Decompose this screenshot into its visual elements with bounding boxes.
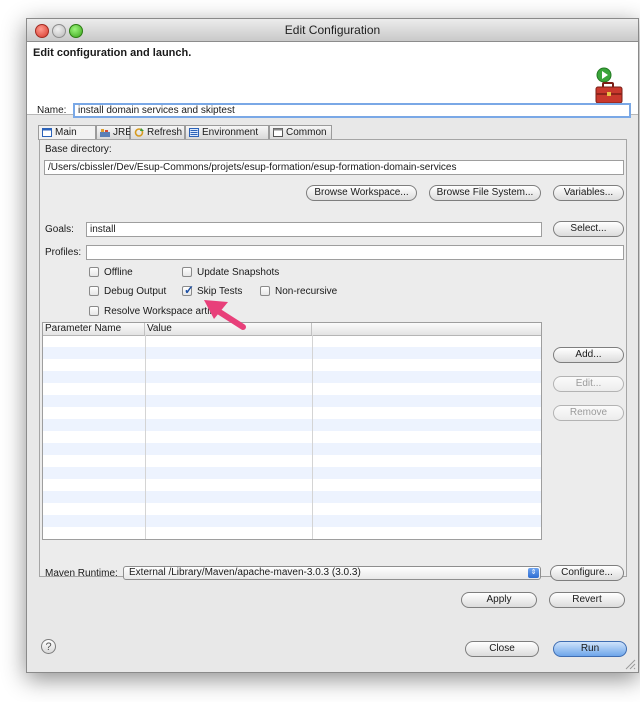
annotation-arrow-icon (204, 300, 246, 330)
